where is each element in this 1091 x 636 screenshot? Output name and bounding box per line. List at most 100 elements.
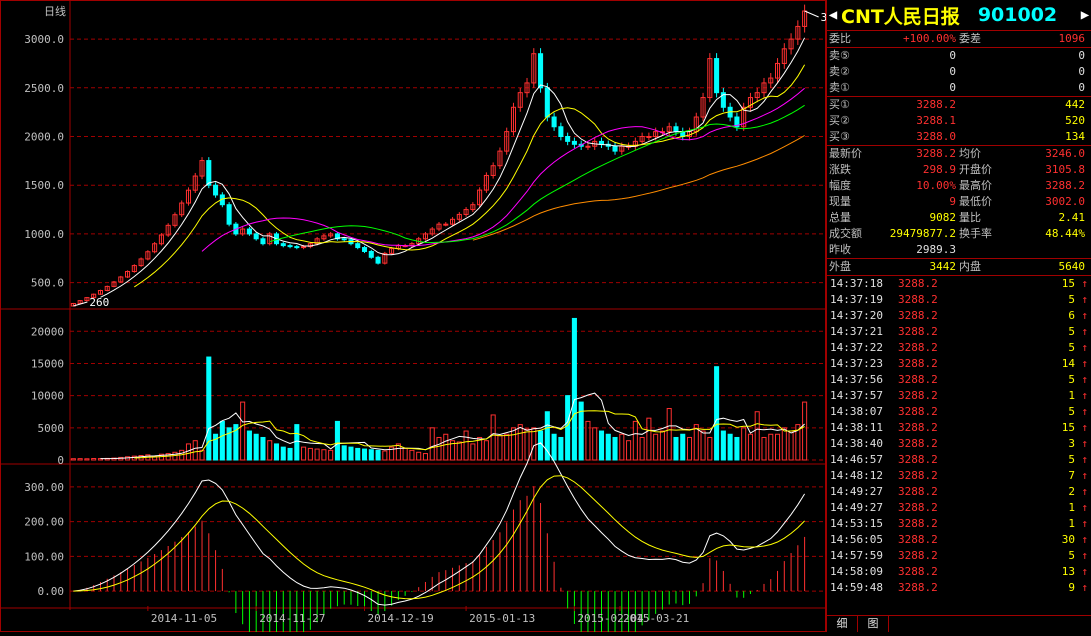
volume-tick-label: 0 — [57, 454, 64, 467]
tick-time: 14:46:57 — [830, 453, 883, 466]
stat-label: 换手率 — [959, 227, 992, 240]
volume-bar — [673, 436, 679, 461]
sell-volume: 0 — [1078, 49, 1085, 62]
stat-row: 总量 9082 量比 2.41 — [827, 210, 1091, 226]
tick-price: 3288.2 — [898, 581, 938, 594]
tick-time: 14:38:11 — [830, 421, 883, 434]
volume-bar — [77, 458, 83, 461]
volume-bar — [504, 433, 510, 461]
period-label: 日线 — [44, 4, 66, 18]
candle — [301, 246, 307, 249]
sell-row: 卖① 0 0 — [827, 80, 1091, 96]
volume-bar — [490, 414, 496, 461]
sell-price: 0 — [949, 49, 956, 62]
tick-time: 14:49:27 — [830, 485, 883, 498]
inner-label: 内盘 — [959, 260, 981, 273]
volume-bar — [375, 449, 381, 461]
volume-bar — [368, 449, 374, 461]
buy-row: 买① 3288.2 442 — [827, 97, 1091, 113]
buy-volume: 442 — [1065, 98, 1085, 111]
tick-price: 3288.2 — [898, 373, 938, 386]
tick-price: 3288.2 — [898, 565, 938, 578]
stat-value: 10.00% — [916, 179, 956, 192]
up-arrow-icon: ↑ — [1081, 309, 1088, 322]
buy-price: 3288.2 — [916, 98, 956, 111]
volume-bar — [775, 433, 781, 461]
volume-bar — [172, 451, 178, 461]
weicha-label: 委差 — [959, 32, 981, 45]
chart-frame — [0, 0, 826, 632]
volume-bar — [483, 440, 489, 461]
tick-volume: 15 — [1061, 277, 1075, 290]
tick-row: 14:37:56 3288.2 5 ↑ — [827, 372, 1091, 388]
volume-bar — [531, 427, 537, 461]
stat-label: 均价 — [959, 147, 981, 160]
volume-bar — [585, 420, 591, 461]
candle — [226, 204, 232, 225]
tick-time: 14:58:09 — [830, 565, 883, 578]
tick-row: 14:38:40 3288.2 3 ↑ — [827, 436, 1091, 452]
up-arrow-icon: ↑ — [1081, 389, 1088, 402]
up-arrow-icon: ↑ — [1081, 437, 1088, 450]
tick-time: 14:56:05 — [830, 533, 883, 546]
tick-price: 3288.2 — [898, 517, 938, 530]
up-arrow-icon: ↑ — [1081, 357, 1088, 370]
volume-bar — [301, 446, 307, 461]
stat-row: 最新价 3288.2 均价 3246.0 — [827, 146, 1091, 162]
candle — [443, 223, 449, 226]
tick-volume: 14 — [1061, 357, 1075, 370]
volume-bar — [436, 436, 442, 461]
tick-volume: 1 — [1068, 501, 1075, 514]
volume-bar — [84, 458, 90, 461]
volume-bar — [287, 447, 293, 461]
tab-chart[interactable]: 图 — [858, 616, 889, 632]
up-arrow-icon: ↑ — [1081, 325, 1088, 338]
volume-bar — [646, 417, 652, 461]
x-tick-label: 2014-11-05 — [151, 612, 217, 625]
volume-bar — [185, 443, 192, 461]
up-arrow-icon: ↑ — [1081, 549, 1088, 562]
candle — [598, 140, 605, 145]
tick-row: 14:37:21 3288.2 5 ↑ — [827, 324, 1091, 340]
volume-bar — [707, 436, 713, 461]
stat-value: 3246.0 — [1045, 147, 1085, 160]
stat-value: 48.44% — [1045, 227, 1085, 240]
up-arrow-icon: ↑ — [1081, 485, 1088, 498]
stat-label: 总量 — [829, 211, 851, 224]
volume-bar — [720, 430, 726, 461]
stat-label: 现量 — [829, 195, 851, 208]
volume-bar — [70, 458, 76, 461]
volume-bar — [294, 424, 300, 461]
stat-row: 成交额 29479877.2 换手率 48.44% — [827, 226, 1091, 242]
volume-tick-label: 15000 — [31, 357, 64, 370]
next-stock-arrow-icon[interactable]: ▶ — [1079, 7, 1091, 23]
tick-volume: 5 — [1068, 325, 1075, 338]
volume-bar — [307, 447, 313, 461]
volume-bar — [551, 433, 557, 461]
tick-row: 14:37:20 3288.2 6 ↑ — [827, 308, 1091, 324]
tick-time: 14:48:12 — [830, 469, 883, 482]
volume-bar — [328, 449, 334, 461]
tab-detail[interactable]: 细 — [827, 616, 858, 632]
kline-chart[interactable]: 日线 500.0 1000.0 1500.0 2000.0 2500.0 3000.0 0 50… — [0, 0, 860, 636]
candle — [538, 53, 544, 89]
prev-stock-arrow-icon[interactable]: ◀ — [827, 7, 839, 23]
volume-bar — [754, 411, 760, 461]
volume-bar — [510, 427, 517, 461]
weibi-value: +100.00% — [903, 32, 956, 45]
volume-bar — [280, 446, 286, 461]
volume-bar — [538, 430, 544, 461]
candle — [375, 256, 381, 264]
tick-price: 3288.2 — [898, 405, 938, 418]
volume-bar — [727, 433, 733, 461]
volume-tick-label: 10000 — [31, 390, 64, 403]
kline-chart-area[interactable]: 日线 500.0 1000.0 1500.0 2000.0 2500.0 3000.0 0 50… — [0, 0, 860, 636]
macd-tick-label: 300.00 — [24, 481, 64, 494]
tick-row: 14:53:15 3288.2 1 ↑ — [827, 516, 1091, 532]
tick-price: 3288.2 — [898, 437, 938, 450]
volume-bar — [598, 430, 605, 461]
tick-list[interactable]: 14:37:18 3288.2 15 ↑ 14:37:19 3288.2 5 ↑ 14:37:2… — [827, 276, 1091, 596]
tick-volume: 15 — [1061, 421, 1075, 434]
tick-volume: 1 — [1068, 389, 1075, 402]
tick-row: 14:37:19 3288.2 5 ↑ — [827, 292, 1091, 308]
